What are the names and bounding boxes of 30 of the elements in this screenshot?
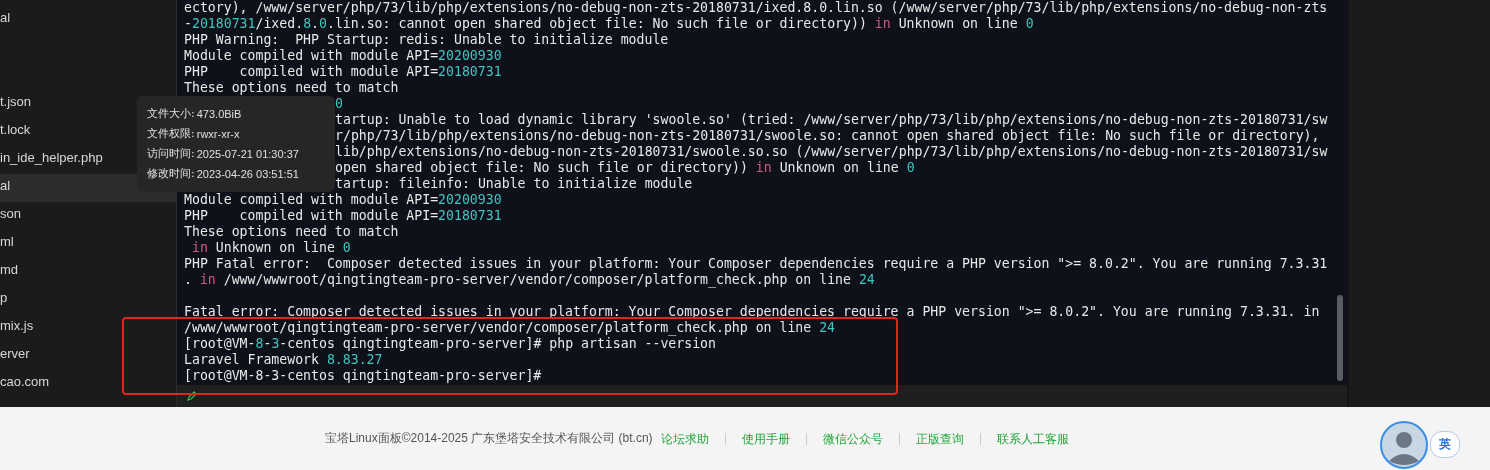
info-value: 2023-04-26 03:51:51 (196, 167, 299, 182)
terminal-line: /www/wwwroot/qingtingteam-pro-server/vendor/composer/platform_check.php on line 24 (184, 320, 836, 335)
terminal-line: These options need to match (184, 80, 399, 95)
info-label: 访问时间: (147, 146, 195, 162)
terminal-line: in Unknown on line 0 (190, 240, 351, 255)
terminal-line: Laravel Framework 8.83.27 (184, 352, 383, 367)
terminal-line: [root@VM-8-3-centos qingtingteam-pro-server]# php artisan --version (184, 336, 716, 351)
terminal-line: Module compiled with module API=20200930 (184, 192, 502, 207)
terminal-line: Module compiled with module API=20200930 (184, 48, 502, 63)
copyright-text: 宝塔Linux面板©2014-2025 广东堡塔安全技术有限公司 (bt.cn) (325, 430, 653, 447)
terminal-line: tartup: fileinfo: Unable to initialize module (335, 176, 693, 191)
terminal-line: [root@VM-8-3-centos qingtingteam-pro-server]# (184, 368, 542, 383)
info-value: 2025-07-21 01:30:37 (196, 147, 299, 162)
terminal-line: tartup: Unable to load dynamic library 'swoole.so' (tried: /www/server/php/73/lib/php/extensions/no-debug-non-zts-20180731/sw (335, 112, 1328, 127)
info-value: rwxr-xr-x (196, 127, 240, 142)
terminal-line: PHP Warning: PHP Startup: redis: Unable to initialize module (184, 32, 669, 47)
terminal-line: . in /www/wwwroot/qingtingteam-pro-server/vendor/composer/platform_check.php on line 24 (184, 272, 875, 287)
terminal-line: These options need to match (184, 224, 399, 239)
terminal-line: PHP compiled with module API=20180731 (184, 208, 502, 223)
info-value: 473.0BiB (196, 107, 242, 122)
terminal-line: 0 (335, 96, 343, 111)
terminal-line: PHP compiled with module API=20180731 (184, 64, 502, 79)
info-label: 文件权限: (147, 126, 195, 142)
terminal-line: lib/php/extensions/no-debug-non-zts-20180731/swoole.so.so (/www/server/php/73/lib/php/extensions/no-debug-non-zts-20180731/sw (335, 144, 1328, 159)
terminal-line: -20180731/ixed.8.0.lin.so: cannot open shared object file: No such file or directory)) in Unknown on line 0 (184, 16, 1034, 31)
terminal-line: PHP Fatal error: Composer detected issues in your platform: Your Composer dependencies require a PHP version ">= 8.0.2". You are running 7.3.31 (184, 256, 1328, 271)
terminal-line: open shared object file: No such file or directory)) in Unknown on line 0 (335, 160, 915, 175)
terminal-line: r/php/73/lib/php/extensions/no-debug-non-zts-20180731/swoole.so: cannot open shared object file: No such file or directory), (335, 128, 1320, 143)
info-label: 文件大小: (147, 106, 195, 122)
terminal-line: ectory), /www/server/php/73/lib/php/extensions/no-debug-non-zts-20180731/ixed.8.0.lin.so (/www/server/php/73/lib/php/extensions/no-debug-non-zts (184, 0, 1328, 15)
